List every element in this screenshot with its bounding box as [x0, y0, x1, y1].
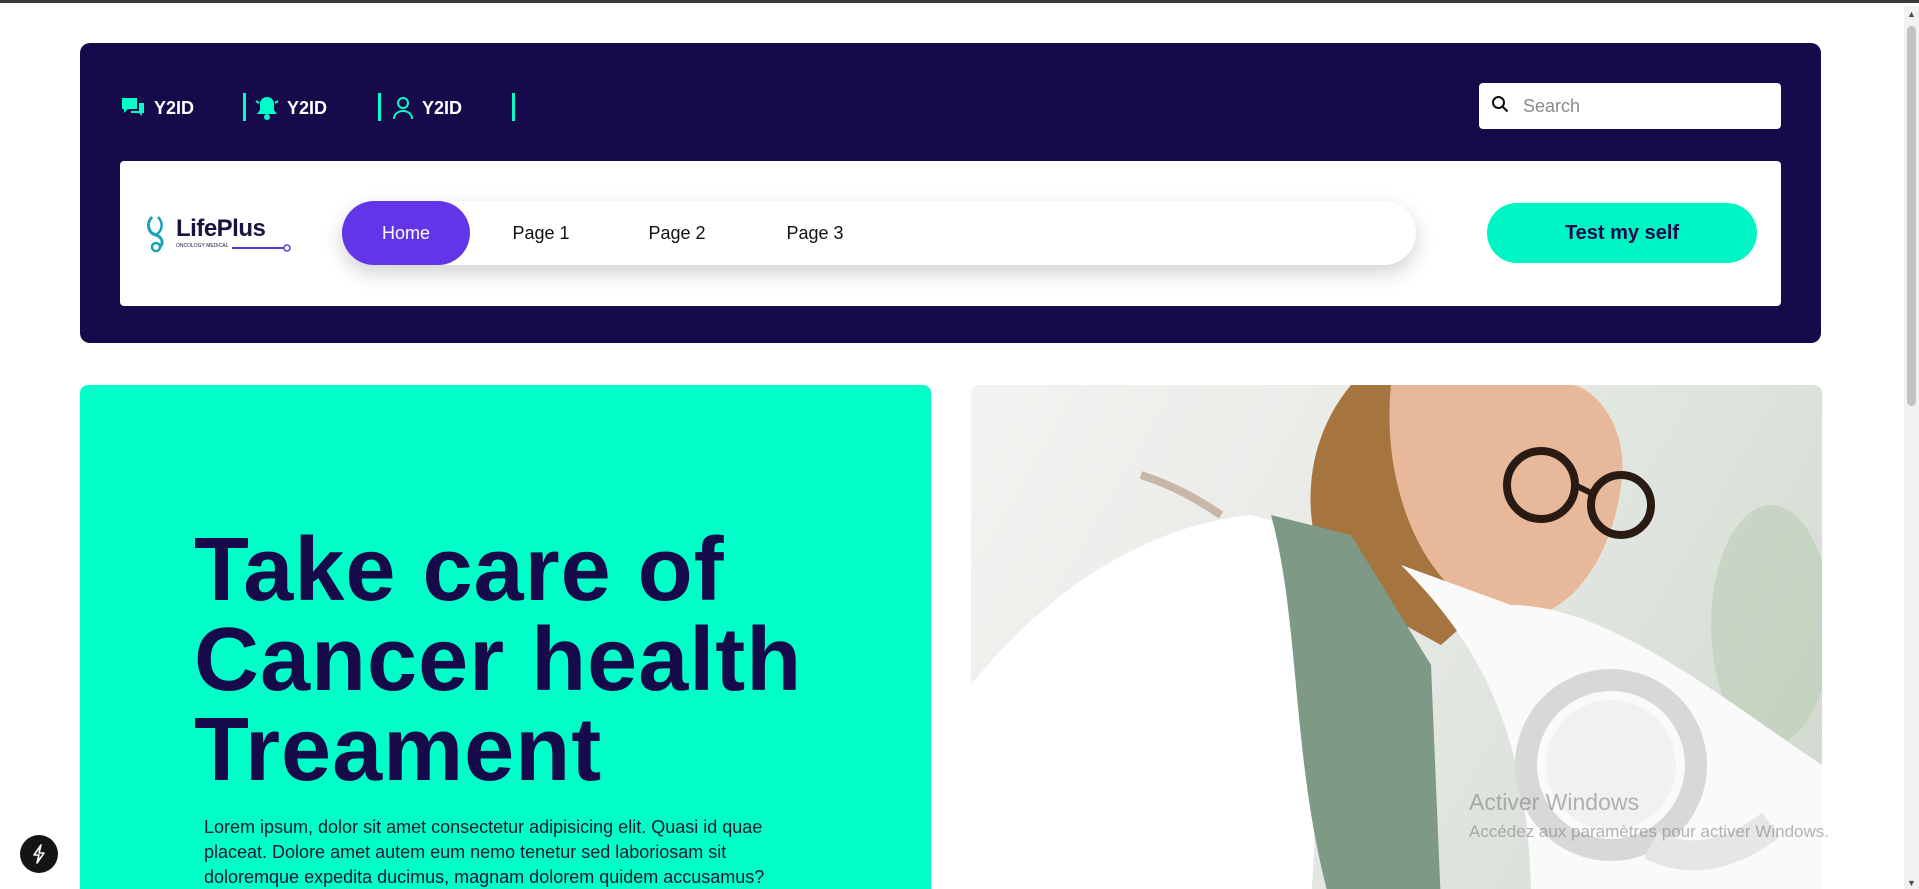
nav-item-page-2[interactable]: Page 2	[636, 201, 718, 265]
search-icon	[1491, 95, 1509, 118]
logo-tagline: ONCOLOGY MEDICAL	[176, 243, 229, 249]
topbar-notifications-label: Y2ID	[287, 97, 328, 118]
topbar-profile-label: Y2ID	[422, 97, 463, 118]
scroll-up-arrow-icon[interactable]: ▲	[1906, 9, 1917, 20]
scrollbar-thumb[interactable]	[1907, 26, 1916, 406]
topbar-profile[interactable]: Y2ID	[392, 93, 462, 123]
logo-name: LifePlus	[176, 215, 266, 242]
bolt-icon	[33, 844, 45, 864]
topbar-divider	[512, 93, 515, 121]
logo[interactable]: LifePlus ONCOLOGY MEDICAL	[144, 213, 291, 253]
test-my-self-button[interactable]: Test my self	[1487, 203, 1757, 263]
site-header: Y2ID Y2ID Y2ID LifePlus ONCOLOGY MEDICAL	[80, 43, 1821, 343]
nav-container: LifePlus ONCOLOGY MEDICAL Home Page 1 Pa…	[120, 161, 1781, 306]
windows-activation-subtitle: Accédez aux paramètres pour activer Wind…	[1469, 822, 1829, 841]
hero-description: Lorem ipsum, dolor sit amet consectetur …	[204, 817, 765, 887]
doctor-illustration	[971, 385, 1822, 889]
topbar-divider	[243, 93, 246, 121]
nav-item-page-1[interactable]: Page 1	[500, 201, 582, 265]
hero-title-line-3: Treament	[194, 700, 603, 800]
hero-title-line-1: Take care of	[194, 520, 725, 620]
topbar-divider	[378, 93, 381, 121]
bolt-button[interactable]	[20, 835, 58, 873]
main-nav: Home Page 1 Page 2 Page 3	[342, 201, 1416, 265]
topbar-messages-label: Y2ID	[154, 97, 195, 118]
topbar-notifications[interactable]: Y2ID	[255, 93, 327, 123]
hero-panel: Take care of Cancer health Treament Lore…	[80, 385, 931, 889]
scroll-down-arrow-icon[interactable]: ▼	[1906, 878, 1917, 889]
search-input[interactable]	[1523, 95, 1763, 117]
windows-activation-title: Activer Windows	[1469, 789, 1639, 815]
hero-image-doctor	[971, 385, 1822, 889]
bell-icon	[255, 95, 279, 121]
search-box[interactable]	[1479, 83, 1781, 129]
messages-icon	[120, 96, 146, 120]
topbar-messages[interactable]: Y2ID	[120, 93, 194, 123]
hero-title: Take care of Cancer health Treament	[194, 525, 914, 795]
page-scrollbar[interactable]: ▲ ▼	[1904, 6, 1919, 889]
nav-item-page-3[interactable]: Page 3	[774, 201, 856, 265]
nav-item-home[interactable]: Home	[342, 201, 470, 265]
hero-title-line-2: Cancer health	[194, 610, 803, 710]
user-icon	[392, 96, 414, 120]
logo-line-decoration	[232, 244, 291, 252]
